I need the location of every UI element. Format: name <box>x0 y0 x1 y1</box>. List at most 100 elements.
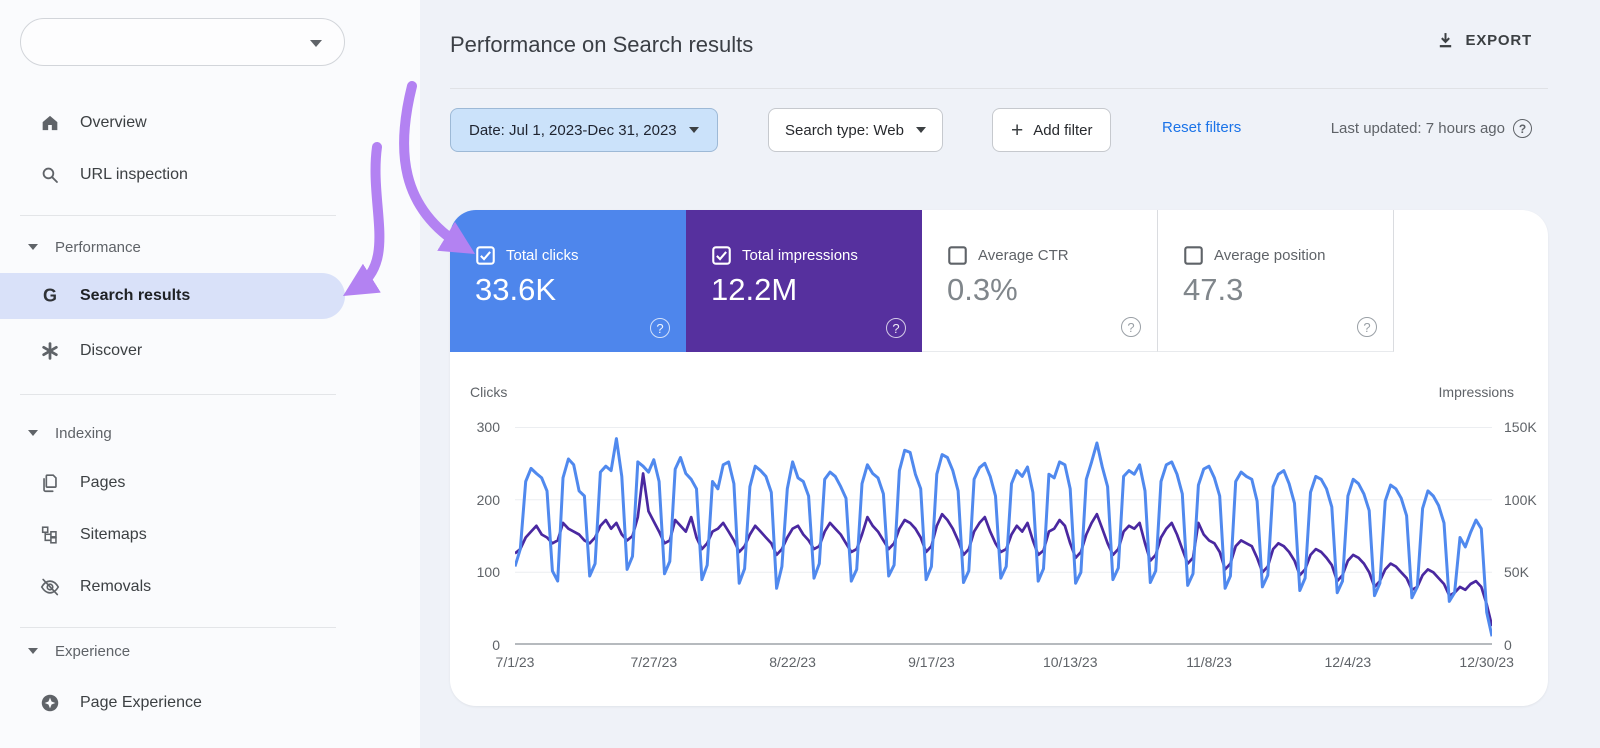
x-axis-labels: 7/1/23 7/27/23 8/22/23 9/17/23 10/13/23 11/8/… <box>496 654 1514 674</box>
sidebar-item-label: URL inspection <box>80 166 188 183</box>
y-tick-label: 0 <box>1504 637 1512 653</box>
y-tick-label: 50K <box>1504 564 1529 580</box>
add-filter-label: Add filter <box>1033 121 1093 139</box>
axis-title-impressions: Impressions <box>1438 384 1514 400</box>
discover-asterisk-icon <box>38 339 62 363</box>
google-g-icon: G <box>38 284 62 308</box>
x-tick-label: 8/22/23 <box>769 654 816 670</box>
checkbox-unchecked-icon[interactable] <box>1184 246 1203 265</box>
export-button[interactable]: EXPORT <box>1435 30 1532 51</box>
sitemaps-icon <box>38 523 62 547</box>
metric-label: Average position <box>1214 247 1326 264</box>
x-tick-label: 9/17/23 <box>908 654 955 670</box>
eye-off-icon <box>38 575 62 599</box>
search-type-label: Search type: Web <box>785 121 904 139</box>
section-label: Performance <box>55 238 141 256</box>
sidebar-item-overview[interactable]: Overview <box>0 100 420 146</box>
performance-chart: Clicks Impressions 300 200 100 0 150K 10… <box>450 352 1548 706</box>
sidebar-item-label: Removals <box>80 578 152 595</box>
x-tick-label: 7/1/23 <box>495 654 535 670</box>
sidebar-item-label: Sitemaps <box>80 526 147 543</box>
metric-value: 12.2M <box>711 272 798 307</box>
sidebar-divider <box>20 627 336 628</box>
search-type-filter-chip[interactable]: Search type: Web <box>768 108 943 152</box>
y-tick-label: 300 <box>476 419 500 435</box>
y-tick-label: 0 <box>492 637 500 653</box>
sidebar-divider <box>20 394 336 395</box>
sidebar-divider <box>20 215 336 216</box>
date-filter-label: Date: Jul 1, 2023-Dec 31, 2023 <box>469 121 677 139</box>
search-icon <box>38 163 62 187</box>
chevron-down-icon <box>688 127 699 133</box>
checkbox-checked-icon[interactable] <box>476 246 495 265</box>
x-tick-label: 7/27/23 <box>630 654 678 670</box>
chevron-down-icon <box>28 244 38 250</box>
sidebar-item-search-results[interactable]: G Search results <box>0 273 345 319</box>
svg-text:G: G <box>43 286 57 306</box>
reset-filters-link[interactable]: Reset filters <box>1162 119 1241 136</box>
sidebar-section-performance[interactable]: Performance <box>0 232 420 262</box>
pages-icon <box>38 471 62 495</box>
chevron-down-icon <box>310 40 322 47</box>
performance-panel: Total clicks 33.6K ? Total impressions 1… <box>450 210 1548 706</box>
sidebar-item-label: Overview <box>80 114 147 131</box>
sidebar-item-discover[interactable]: Discover <box>0 328 420 374</box>
sidebar-item-label: Pages <box>80 474 126 491</box>
chevron-down-icon <box>915 127 926 133</box>
home-icon <box>38 111 62 135</box>
sidebar-item-removals[interactable]: Removals <box>0 564 420 610</box>
sidebar-item-label: Page Experience <box>80 694 202 711</box>
section-label: Experience <box>55 642 131 660</box>
export-label: EXPORT <box>1465 32 1532 49</box>
axis-title-clicks: Clicks <box>470 384 508 400</box>
help-icon[interactable]: ? <box>886 318 906 338</box>
page-title: Performance on Search results <box>450 32 754 57</box>
x-tick-label: 12/4/23 <box>1324 654 1372 670</box>
metric-card-average-ctr[interactable]: Average CTR 0.3% ? <box>922 210 1158 352</box>
sidebar-item-url-inspection[interactable]: URL inspection <box>0 152 420 198</box>
metric-card-total-impressions[interactable]: Total impressions 12.2M ? <box>686 210 922 352</box>
sidebar-item-label: Discover <box>80 342 143 359</box>
series-clicks <box>515 437 1492 637</box>
header-divider <box>450 88 1548 89</box>
property-selector[interactable] <box>20 18 345 66</box>
sidebar-section-indexing[interactable]: Indexing <box>0 418 420 448</box>
metric-value: 47.3 <box>1183 272 1244 307</box>
last-updated-text: Last updated: 7 hours ago <box>1330 120 1505 137</box>
x-tick-label: 10/13/23 <box>1042 654 1098 670</box>
sidebar-item-page-experience[interactable]: Page Experience <box>0 680 420 726</box>
y-tick-label: 100 <box>476 564 500 580</box>
metric-label: Total clicks <box>506 247 579 264</box>
metric-card-average-position[interactable]: Average position 47.3 ? <box>1158 210 1394 352</box>
download-icon <box>1435 30 1456 51</box>
metric-value: 0.3% <box>947 272 1018 307</box>
plus-icon: + <box>1011 118 1024 142</box>
metric-label: Average CTR <box>978 247 1069 264</box>
checkbox-unchecked-icon[interactable] <box>948 246 967 265</box>
date-filter-chip[interactable]: Date: Jul 1, 2023-Dec 31, 2023 <box>450 108 718 152</box>
section-label: Indexing <box>55 424 112 442</box>
y-tick-label: 150K <box>1504 419 1537 435</box>
page-experience-icon <box>38 691 62 715</box>
chart-plot-area[interactable] <box>515 427 1492 645</box>
x-tick-label: 11/8/23 <box>1186 654 1232 670</box>
sidebar: Overview URL inspection Performance G Se… <box>0 0 420 748</box>
sidebar-item-pages[interactable]: Pages <box>0 460 420 506</box>
metric-card-total-clicks[interactable]: Total clicks 33.6K ? <box>450 210 686 352</box>
sidebar-section-experience[interactable]: Experience <box>0 636 420 666</box>
help-icon[interactable]: ? <box>650 318 670 338</box>
help-icon[interactable]: ? <box>1121 317 1141 337</box>
sidebar-item-sitemaps[interactable]: Sitemaps <box>0 512 420 558</box>
chevron-down-icon <box>28 648 38 654</box>
y-tick-label: 100K <box>1504 492 1537 508</box>
metric-label: Total impressions <box>742 247 858 264</box>
x-tick-label: 12/30/23 <box>1459 654 1514 670</box>
last-updated-status: Last updated: 7 hours ago ? <box>1331 119 1532 138</box>
chevron-down-icon <box>28 430 38 436</box>
y-tick-label: 200 <box>476 492 500 508</box>
metric-value: 33.6K <box>475 272 557 307</box>
add-filter-button[interactable]: + Add filter <box>992 108 1112 152</box>
help-icon[interactable]: ? <box>1513 119 1532 138</box>
checkbox-checked-icon[interactable] <box>712 246 731 265</box>
help-icon[interactable]: ? <box>1357 317 1377 337</box>
